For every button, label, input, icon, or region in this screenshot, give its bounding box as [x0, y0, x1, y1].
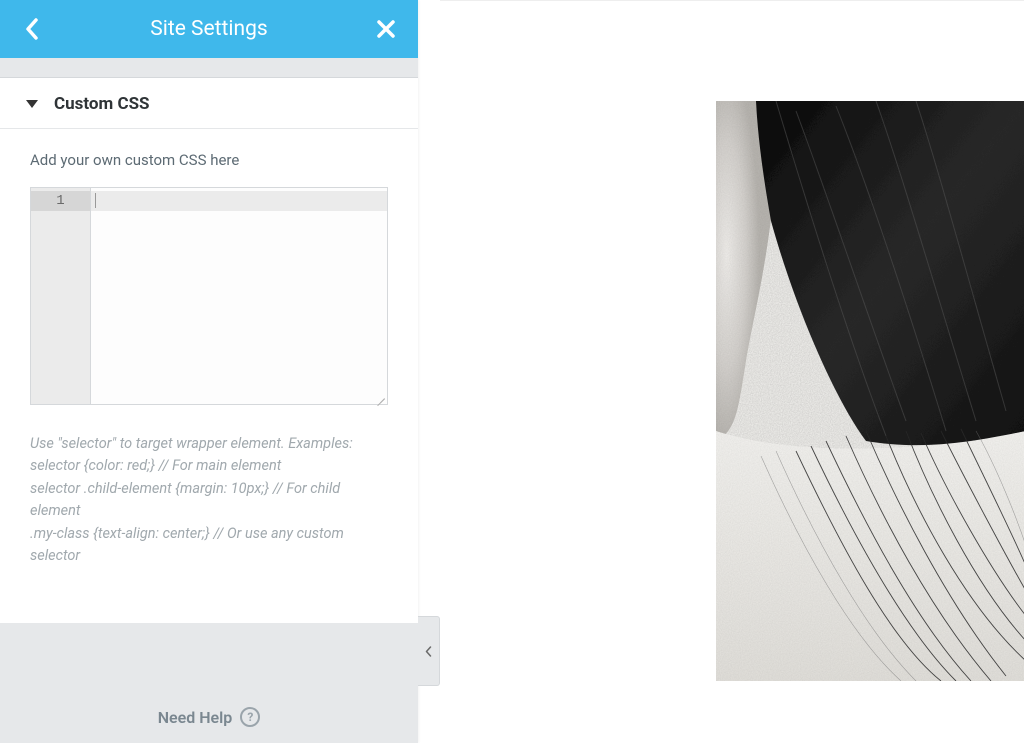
chevron-left-icon: [25, 18, 39, 40]
line-number: 1: [31, 191, 90, 211]
divider-bar: [0, 58, 418, 78]
active-line-highlight: [91, 191, 387, 211]
panel-footer: Need Help ?: [0, 623, 418, 743]
section-title: Custom CSS: [54, 94, 150, 114]
back-button[interactable]: [18, 15, 46, 43]
panel-header: Site Settings: [0, 0, 418, 58]
custom-css-editor[interactable]: 1: [30, 187, 388, 405]
code-textarea[interactable]: [91, 188, 387, 404]
help-label: Need Help: [158, 708, 233, 727]
need-help-link[interactable]: Need Help ?: [158, 707, 261, 727]
preview-image: [716, 101, 1024, 681]
section-toggle-custom-css[interactable]: Custom CSS: [0, 78, 418, 129]
section-body: Add your own custom CSS here 1 Use "sele…: [0, 129, 418, 592]
field-label-custom-css: Add your own custom CSS here: [30, 151, 388, 169]
caret-down-icon: [26, 100, 38, 108]
text-cursor: [95, 193, 96, 208]
close-icon: [376, 19, 396, 39]
close-button[interactable]: [372, 15, 400, 43]
footer-bar: Need Help ?: [0, 623, 418, 743]
panel-title: Site Settings: [46, 17, 372, 41]
settings-sidebar: Site Settings Custom CSS Add your own cu…: [0, 0, 418, 743]
hint-text: Use "selector" to target wrapper element…: [30, 433, 388, 568]
code-gutter: 1: [31, 188, 91, 404]
preview-canvas: [440, 0, 1024, 743]
panel-collapse-tab[interactable]: [418, 616, 440, 686]
resize-handle-icon: [373, 390, 385, 402]
chevron-left-icon: [425, 646, 432, 657]
help-icon: ?: [240, 707, 260, 727]
